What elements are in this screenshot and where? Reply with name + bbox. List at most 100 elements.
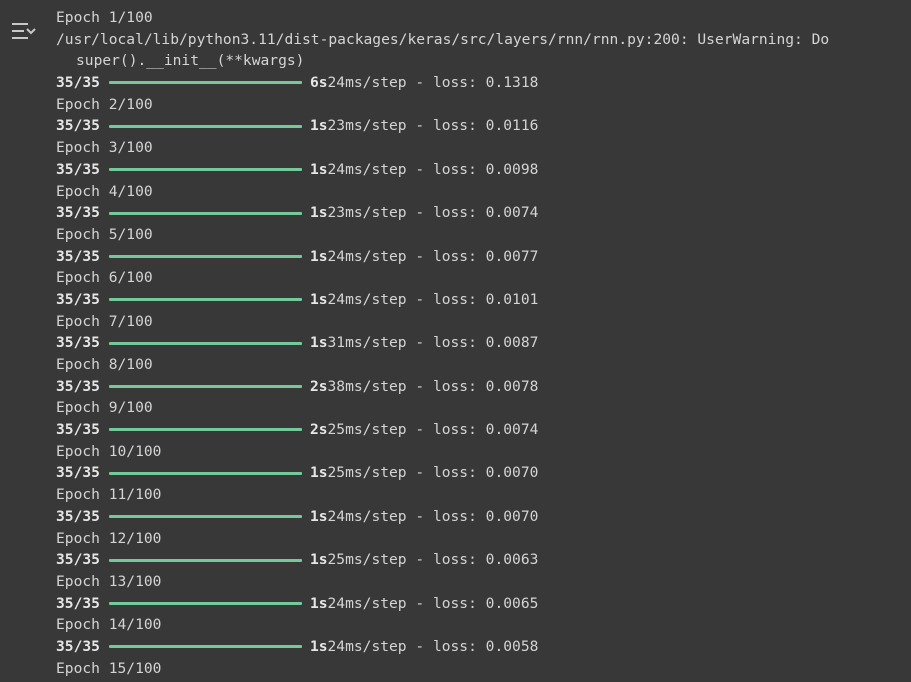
elapsed-time: 1s (309, 117, 328, 135)
progress-bar (108, 168, 302, 172)
progress-line: 35/35 1s 23ms/step - loss: 0.0074 (56, 202, 911, 224)
per-step-time: 25ms/step (327, 551, 407, 569)
loss-value: loss: 0.0078 (432, 377, 539, 395)
epoch-label: Epoch 11/100 (56, 486, 162, 504)
loss-value: loss: 0.1318 (432, 74, 539, 92)
epoch-label: Epoch 10/100 (56, 442, 162, 460)
epoch-label: Epoch 9/100 (56, 399, 153, 417)
loss-value: loss: 0.0087 (432, 334, 539, 352)
progress-line: 35/35 1s 31ms/step - loss: 0.0087 (56, 332, 911, 354)
elapsed-time: 1s (309, 204, 328, 222)
epoch-label: Epoch 2/100 (56, 95, 153, 113)
per-step-time: 24ms/step (327, 594, 407, 612)
per-step-time: 24ms/step (327, 160, 407, 178)
step-count: 35/35 (56, 290, 100, 308)
epoch-label: Epoch 7/100 (56, 312, 153, 330)
step-count: 35/35 (56, 637, 100, 655)
per-step-time: 38ms/step (327, 377, 407, 395)
elapsed-time: 1s (309, 594, 328, 612)
progress-line: 35/35 6s 24ms/step - loss: 0.1318 (56, 72, 911, 94)
training-log: Epoch 1/100/usr/local/lib/python3.11/dis… (56, 7, 911, 679)
elapsed-time: 1s (309, 247, 328, 265)
epoch-label: Epoch 4/100 (56, 182, 153, 200)
elapsed-time: 1s (309, 507, 328, 525)
per-step-time: 31ms/step (327, 334, 407, 352)
elapsed-time: 1s (309, 464, 328, 482)
epoch-label: Epoch 8/100 (56, 356, 153, 373)
progress-line: 35/35 1s 24ms/step - loss: 0.0065 (56, 593, 911, 615)
progress-line: 35/35 1s 25ms/step - loss: 0.0070 (56, 462, 911, 484)
epoch-label: Epoch 5/100 (56, 225, 153, 243)
progress-bar (108, 124, 302, 128)
warning-text: /usr/local/lib/python3.11/dist-packages/… (56, 30, 830, 48)
progress-bar (108, 341, 302, 345)
progress-bar (108, 81, 302, 85)
step-count: 35/35 (56, 334, 100, 352)
elapsed-time: 1s (309, 160, 328, 178)
notebook-output-cell: Epoch 1/100/usr/local/lib/python3.11/dis… (0, 0, 911, 682)
step-count: 35/35 (56, 464, 100, 482)
progress-line: 35/35 1s 25ms/step - loss: 0.0063 (56, 549, 911, 571)
progress-line: 35/35 2s 38ms/step - loss: 0.0078 (56, 376, 911, 398)
loss-value: loss: 0.0116 (432, 117, 539, 135)
step-count: 35/35 (56, 204, 100, 222)
epoch-label: Epoch 15/100 (56, 659, 162, 677)
elapsed-time: 6s (309, 74, 328, 92)
step-count: 35/35 (56, 377, 100, 395)
elapsed-time: 1s (309, 334, 328, 352)
progress-line: 35/35 1s 24ms/step - loss: 0.0058 (56, 636, 911, 658)
step-count: 35/35 (56, 117, 100, 135)
loss-value: loss: 0.0065 (432, 594, 539, 612)
per-step-time: 24ms/step (327, 74, 407, 92)
progress-bar (108, 298, 302, 302)
loss-value: loss: 0.0063 (432, 551, 539, 569)
elapsed-time: 1s (309, 637, 328, 655)
loss-value: loss: 0.0077 (432, 247, 539, 265)
step-count: 35/35 (56, 247, 100, 265)
progress-line: 35/35 1s 23ms/step - loss: 0.0116 (56, 115, 911, 137)
progress-bar (108, 385, 302, 389)
step-count: 35/35 (56, 74, 100, 92)
per-step-time: 24ms/step (327, 507, 407, 525)
elapsed-time: 2s (309, 421, 328, 439)
per-step-time: 23ms/step (327, 117, 407, 135)
warning-continuation: super().__init__(**kwargs) (76, 52, 305, 70)
step-count: 35/35 (56, 551, 100, 569)
epoch-label: Epoch 13/100 (56, 572, 162, 590)
step-count: 35/35 (56, 421, 100, 439)
epoch-label: Epoch 6/100 (56, 269, 153, 287)
loss-value: loss: 0.0074 (432, 204, 539, 222)
elapsed-time: 2s (309, 377, 328, 395)
elapsed-time: 1s (309, 551, 328, 569)
step-count: 35/35 (56, 160, 100, 178)
epoch-label: Epoch 3/100 (56, 139, 153, 157)
loss-value: loss: 0.0098 (432, 160, 539, 178)
output-toggle-icon[interactable] (10, 20, 40, 48)
progress-bar (108, 601, 302, 605)
progress-bar (108, 515, 302, 519)
progress-line: 35/35 1s 24ms/step - loss: 0.0070 (56, 506, 911, 528)
elapsed-time: 1s (309, 290, 328, 308)
progress-line: 35/35 1s 24ms/step - loss: 0.0098 (56, 159, 911, 181)
loss-value: loss: 0.0074 (432, 421, 539, 439)
per-step-time: 25ms/step (327, 464, 407, 482)
per-step-time: 24ms/step (327, 290, 407, 308)
progress-line: 35/35 2s 25ms/step - loss: 0.0074 (56, 419, 911, 441)
epoch-label: Epoch 12/100 (56, 529, 162, 547)
progress-line: 35/35 1s 24ms/step - loss: 0.0077 (56, 246, 911, 268)
per-step-time: 25ms/step (327, 421, 407, 439)
loss-value: loss: 0.0101 (432, 290, 539, 308)
per-step-time: 23ms/step (327, 204, 407, 222)
progress-bar (108, 254, 302, 258)
progress-bar (108, 211, 302, 215)
per-step-time: 24ms/step (327, 637, 407, 655)
progress-bar (108, 558, 302, 562)
step-count: 35/35 (56, 594, 100, 612)
epoch-label: Epoch 1/100 (56, 9, 153, 26)
progress-line: 35/35 1s 24ms/step - loss: 0.0101 (56, 289, 911, 311)
per-step-time: 24ms/step (327, 247, 407, 265)
step-count: 35/35 (56, 507, 100, 525)
progress-bar (108, 471, 302, 475)
loss-value: loss: 0.0070 (432, 507, 539, 525)
loss-value: loss: 0.0058 (432, 637, 539, 655)
